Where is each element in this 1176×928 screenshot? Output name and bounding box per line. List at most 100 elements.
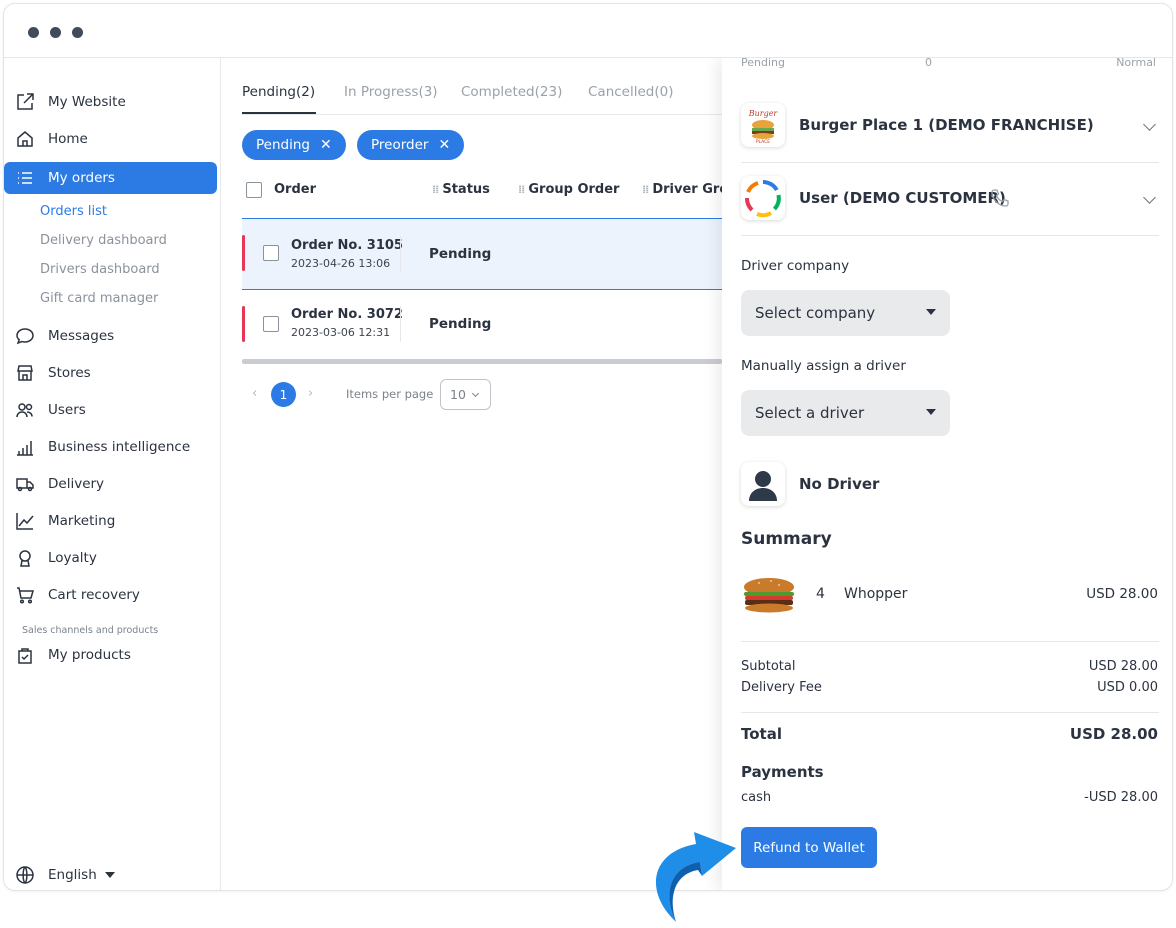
column-status[interactable]: ⁞⁞ Status bbox=[432, 182, 490, 197]
drag-handle-icon[interactable]: ⁞⁞ bbox=[432, 183, 439, 196]
orders-main: Pending(2) In Progress(3) Completed(23) … bbox=[222, 58, 722, 890]
sidebar-item-my-website[interactable]: My Website bbox=[4, 86, 217, 118]
sidebar-item-label: My Website bbox=[48, 94, 126, 110]
sidebar-subitem-orders-list[interactable]: Orders list bbox=[40, 204, 107, 219]
driver-company-label: Driver company bbox=[741, 258, 850, 274]
store-icon bbox=[14, 362, 36, 384]
chevron-down-icon[interactable] bbox=[1143, 191, 1156, 204]
sidebar-item-label: Business intelligence bbox=[48, 439, 191, 455]
driver-company-select[interactable]: Select company bbox=[741, 290, 950, 336]
sidebar-item-users[interactable]: Users bbox=[4, 394, 217, 426]
column-label: Group Order bbox=[528, 182, 620, 197]
items-per-page-select[interactable]: 10 bbox=[440, 379, 491, 410]
product-name: Whopper bbox=[844, 586, 908, 602]
items-per-page-value: 10 bbox=[450, 387, 466, 402]
drag-handle-icon[interactable]: ⁞⁞ bbox=[642, 183, 649, 196]
row-checkbox[interactable] bbox=[263, 245, 279, 261]
chip-label: Preorder bbox=[371, 137, 429, 153]
bar-chart-icon bbox=[14, 436, 36, 458]
sidebar-subitem-gift-card-manager[interactable]: Gift card manager bbox=[40, 291, 158, 306]
language-selector[interactable]: English bbox=[4, 859, 217, 890]
filter-chip-pending[interactable]: Pending ✕ bbox=[242, 130, 346, 160]
active-tab-indicator bbox=[242, 112, 316, 114]
sidebar-item-my-orders[interactable]: My orders bbox=[4, 162, 217, 194]
window-dot bbox=[50, 27, 61, 38]
tab-in-progress[interactable]: In Progress(3) bbox=[344, 84, 438, 100]
phone-icon[interactable] bbox=[990, 188, 1010, 212]
next-page-icon[interactable]: › bbox=[308, 386, 313, 401]
table-row[interactable]: Order No. 3105 2023-04-26 13:06 Pending bbox=[242, 219, 722, 289]
caret-down-icon bbox=[926, 309, 936, 315]
business-name: Burger Place 1 (DEMO FRANCHISE) bbox=[799, 116, 1094, 134]
select-value: Select company bbox=[755, 304, 876, 322]
sidebar-item-label: My orders bbox=[48, 170, 115, 186]
award-icon bbox=[14, 547, 36, 569]
sidebar-subitem-drivers-dashboard[interactable]: Drivers dashboard bbox=[40, 262, 160, 277]
horizontal-scrollbar[interactable] bbox=[242, 359, 722, 364]
chevron-down-icon[interactable] bbox=[1143, 118, 1156, 131]
column-order: Order bbox=[274, 182, 316, 197]
order-number: Order No. 3105 bbox=[291, 238, 403, 253]
subtotal-label: Subtotal bbox=[741, 659, 796, 674]
sidebar-item-home[interactable]: Home bbox=[4, 123, 217, 155]
select-all-checkbox[interactable] bbox=[246, 182, 262, 198]
sidebar-item-delivery[interactable]: Delivery bbox=[4, 468, 217, 500]
customer-avatar bbox=[741, 176, 785, 220]
refund-to-wallet-button[interactable]: Refund to Wallet bbox=[741, 827, 877, 868]
users-icon bbox=[14, 399, 36, 421]
sidebar-item-my-products[interactable]: My products bbox=[4, 639, 217, 671]
cell-divider bbox=[400, 306, 401, 342]
prev-page-icon[interactable]: ‹ bbox=[252, 386, 257, 401]
driver-name: No Driver bbox=[799, 475, 880, 493]
column-driver-group[interactable]: ⁞⁞Driver Grou bbox=[642, 182, 722, 197]
product-price: USD 28.00 bbox=[1086, 586, 1158, 602]
summary-title: Summary bbox=[741, 529, 832, 549]
chat-icon bbox=[14, 325, 36, 347]
total-label: Total bbox=[741, 725, 782, 743]
sidebar-item-marketing[interactable]: Marketing bbox=[4, 505, 217, 537]
column-label: Driver Grou bbox=[652, 182, 722, 197]
window-dot bbox=[28, 27, 39, 38]
bag-icon bbox=[14, 644, 36, 666]
close-icon[interactable]: ✕ bbox=[320, 137, 332, 153]
filter-chip-preorder[interactable]: Preorder ✕ bbox=[357, 130, 465, 160]
sidebar-item-messages[interactable]: Messages bbox=[4, 320, 217, 352]
sidebar-item-stores[interactable]: Stores bbox=[4, 357, 217, 389]
truck-icon bbox=[14, 473, 36, 495]
driver-avatar bbox=[741, 462, 785, 506]
close-icon[interactable]: ✕ bbox=[438, 137, 450, 153]
column-group-order[interactable]: ⁞⁞ Group Order bbox=[518, 182, 619, 197]
sidebar-item-label: Stores bbox=[48, 365, 91, 381]
tab-cancelled[interactable]: Cancelled(0) bbox=[588, 84, 673, 100]
table-row[interactable]: Order No. 3072 2023-03-06 12:31 Pending bbox=[242, 290, 722, 360]
caret-down-icon bbox=[104, 872, 115, 878]
product-image bbox=[741, 577, 797, 617]
sidebar-item-label: Loyalty bbox=[48, 550, 97, 566]
sidebar-item-loyalty[interactable]: Loyalty bbox=[4, 542, 217, 574]
drag-handle-icon[interactable]: ⁞⁞ bbox=[518, 183, 525, 196]
tab-completed[interactable]: Completed(23) bbox=[461, 84, 562, 100]
list-icon bbox=[14, 167, 36, 189]
caret-down-icon bbox=[926, 409, 936, 415]
chip-label: Pending bbox=[256, 137, 310, 153]
order-date: 2023-04-26 13:06 bbox=[291, 257, 391, 270]
sidebar-subitem-delivery-dashboard[interactable]: Delivery dashboard bbox=[40, 233, 167, 248]
priority-indicator bbox=[242, 235, 245, 271]
page-button-current[interactable]: 1 bbox=[271, 382, 296, 407]
sidebar-item-business-intelligence[interactable]: Business intelligence bbox=[4, 431, 217, 463]
driver-select[interactable]: Select a driver bbox=[741, 390, 950, 436]
chevron-down-icon bbox=[471, 389, 479, 397]
payment-amount: -USD 28.00 bbox=[1084, 790, 1158, 805]
external-link-icon bbox=[14, 91, 36, 113]
order-date: 2023-03-06 12:31 bbox=[291, 326, 391, 339]
home-icon bbox=[14, 128, 36, 150]
subtotal-value: USD 28.00 bbox=[1088, 659, 1158, 674]
order-detail-panel: Pending 0 Normal Burger PLACE Burger Plac… bbox=[722, 56, 1172, 890]
sidebar-item-label: My products bbox=[48, 647, 131, 663]
divider bbox=[741, 235, 1159, 236]
tab-pending[interactable]: Pending(2) bbox=[242, 84, 315, 100]
row-checkbox[interactable] bbox=[263, 316, 279, 332]
sidebar-item-cart-recovery[interactable]: Cart recovery bbox=[4, 579, 217, 611]
sidebar-item-label: Users bbox=[48, 402, 86, 418]
order-status: Pending bbox=[429, 316, 492, 332]
